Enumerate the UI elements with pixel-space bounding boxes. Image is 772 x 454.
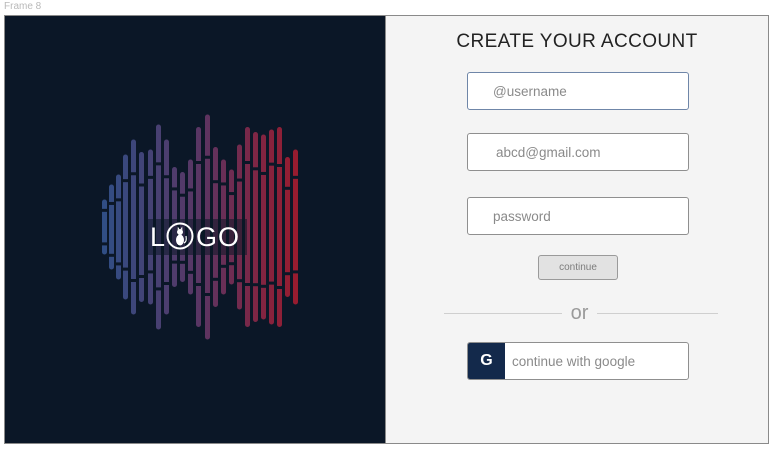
equalizer-bar-gap bbox=[277, 164, 282, 167]
equalizer-bar bbox=[293, 149, 298, 305]
signup-form: CREATE YOUR ACCOUNT @username abcd@gmail… bbox=[386, 16, 768, 443]
equalizer-bar-gap bbox=[253, 167, 258, 171]
equalizer-bar-gap bbox=[293, 270, 298, 274]
equalizer-bar-gap bbox=[172, 260, 177, 264]
equalizer-bar-gap bbox=[213, 277, 218, 281]
email-placeholder: abcd@gmail.com bbox=[496, 144, 601, 160]
equalizer-bar-gap bbox=[102, 242, 107, 246]
equalizer-bar-gap bbox=[229, 192, 234, 196]
equalizer-bar-gap bbox=[285, 186, 290, 190]
google-signin-button[interactable]: G continue with google bbox=[467, 342, 689, 380]
equalizer-bar-gap bbox=[116, 262, 121, 266]
equalizer-bar-gap bbox=[293, 175, 298, 179]
equalizer-bar-gap bbox=[221, 182, 226, 186]
equalizer-bar-gap bbox=[164, 282, 169, 285]
equalizer-bar-gap bbox=[237, 279, 242, 283]
equalizer-bar-gap bbox=[237, 178, 242, 182]
logo-letters-go: GO bbox=[196, 222, 240, 252]
equalizer-bar-gap bbox=[245, 161, 250, 164]
google-button-label: continue with google bbox=[512, 353, 636, 369]
equalizer-bar-gap bbox=[188, 270, 193, 274]
equalizer-bar bbox=[269, 129, 274, 325]
equalizer-bar-gap bbox=[164, 175, 169, 179]
equalizer-bar-gap bbox=[253, 283, 258, 287]
logo-graphic: L GO bbox=[102, 114, 298, 340]
equalizer-bar bbox=[123, 154, 128, 300]
google-icon: G bbox=[468, 343, 505, 379]
brand-panel: L GO bbox=[5, 16, 386, 443]
equalizer-bar bbox=[261, 134, 266, 320]
equalizer-bar-gap bbox=[123, 267, 128, 271]
form-title: CREATE YOUR ACCOUNT bbox=[456, 31, 698, 52]
divider-right bbox=[597, 313, 718, 314]
frame-label: Frame 8 bbox=[4, 1, 42, 12]
equalizer-bar-gap bbox=[196, 161, 201, 164]
equalizer-bar-gap bbox=[261, 284, 266, 288]
equalizer-bar-gap bbox=[116, 198, 121, 202]
equalizer-bar-gap bbox=[269, 281, 274, 285]
equalizer-bar bbox=[277, 127, 282, 327]
divider-left bbox=[444, 313, 562, 314]
equalizer-bar-gap bbox=[277, 286, 282, 289]
equalizer-bar-gap bbox=[156, 287, 161, 291]
password-placeholder: password bbox=[493, 208, 551, 224]
equalizer-bar-gap bbox=[123, 179, 128, 183]
continue-button[interactable]: continue bbox=[538, 255, 618, 280]
equalizer-bar-gap bbox=[229, 262, 234, 266]
equalizer-bar-gap bbox=[156, 162, 161, 166]
equalizer-bar bbox=[285, 157, 290, 297]
equalizer-bar-gap bbox=[180, 193, 185, 197]
equalizer-bar bbox=[131, 139, 136, 315]
equalizer-bar-gap bbox=[131, 279, 136, 282]
username-placeholder: @username bbox=[493, 83, 567, 99]
equalizer-bar-gap bbox=[285, 272, 290, 276]
email-input[interactable]: abcd@gmail.com bbox=[467, 133, 689, 171]
or-separator: or bbox=[570, 302, 589, 324]
logo-letter-l: L bbox=[150, 222, 165, 252]
equalizer-bar-gap bbox=[205, 155, 210, 159]
equalizer-bar-gap bbox=[205, 293, 210, 296]
equalizer-bar bbox=[102, 199, 107, 255]
equalizer-bar-gap bbox=[139, 275, 144, 278]
equalizer-bar-gap bbox=[196, 283, 201, 286]
signup-frame: L GO CREATE YOUR ACCOUNT @username abcd@… bbox=[4, 15, 769, 444]
equalizer-bar-gap bbox=[180, 260, 185, 264]
equalizer-bar-gap bbox=[102, 208, 107, 212]
equalizer-bar bbox=[139, 152, 144, 302]
equalizer-bar-gap bbox=[139, 183, 144, 187]
equalizer-bar-gap bbox=[269, 162, 274, 166]
equalizer-bar-gap bbox=[188, 188, 193, 192]
equalizer-bar-gap bbox=[148, 175, 153, 179]
equalizer-bar-gap bbox=[213, 180, 218, 184]
username-input[interactable]: @username bbox=[467, 72, 689, 110]
equalizer-bar-gap bbox=[109, 201, 114, 205]
equalizer-bar-gap bbox=[172, 187, 177, 191]
equalizer-bar-gap bbox=[131, 172, 136, 176]
equalizer-bar-gap bbox=[109, 253, 114, 257]
password-input[interactable]: password bbox=[467, 197, 689, 235]
equalizer-bar-gap bbox=[221, 264, 226, 268]
equalizer-bar bbox=[253, 132, 258, 322]
equalizer-bar-gap bbox=[148, 270, 153, 274]
equalizer-bar-gap bbox=[261, 171, 266, 175]
equalizer-bar-gap bbox=[245, 283, 250, 286]
